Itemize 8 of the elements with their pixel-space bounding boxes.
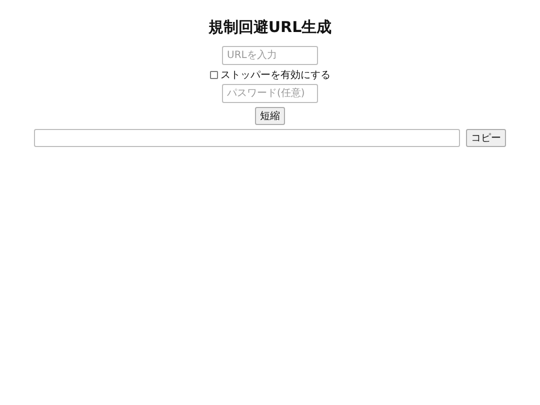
password-input-field[interactable]: パスワード(任意) [222,84,318,103]
copy-button[interactable]: コピー [466,129,506,147]
shorten-button[interactable]: 短縮 [255,107,285,125]
stopper-checkbox[interactable] [210,71,218,79]
page-title: 規制回避URL生成 [208,18,332,37]
checkbox-label: ストッパーを有効にする [220,68,330,82]
result-field[interactable] [34,129,460,147]
url-input-field[interactable]: URLを入力 [222,46,318,65]
